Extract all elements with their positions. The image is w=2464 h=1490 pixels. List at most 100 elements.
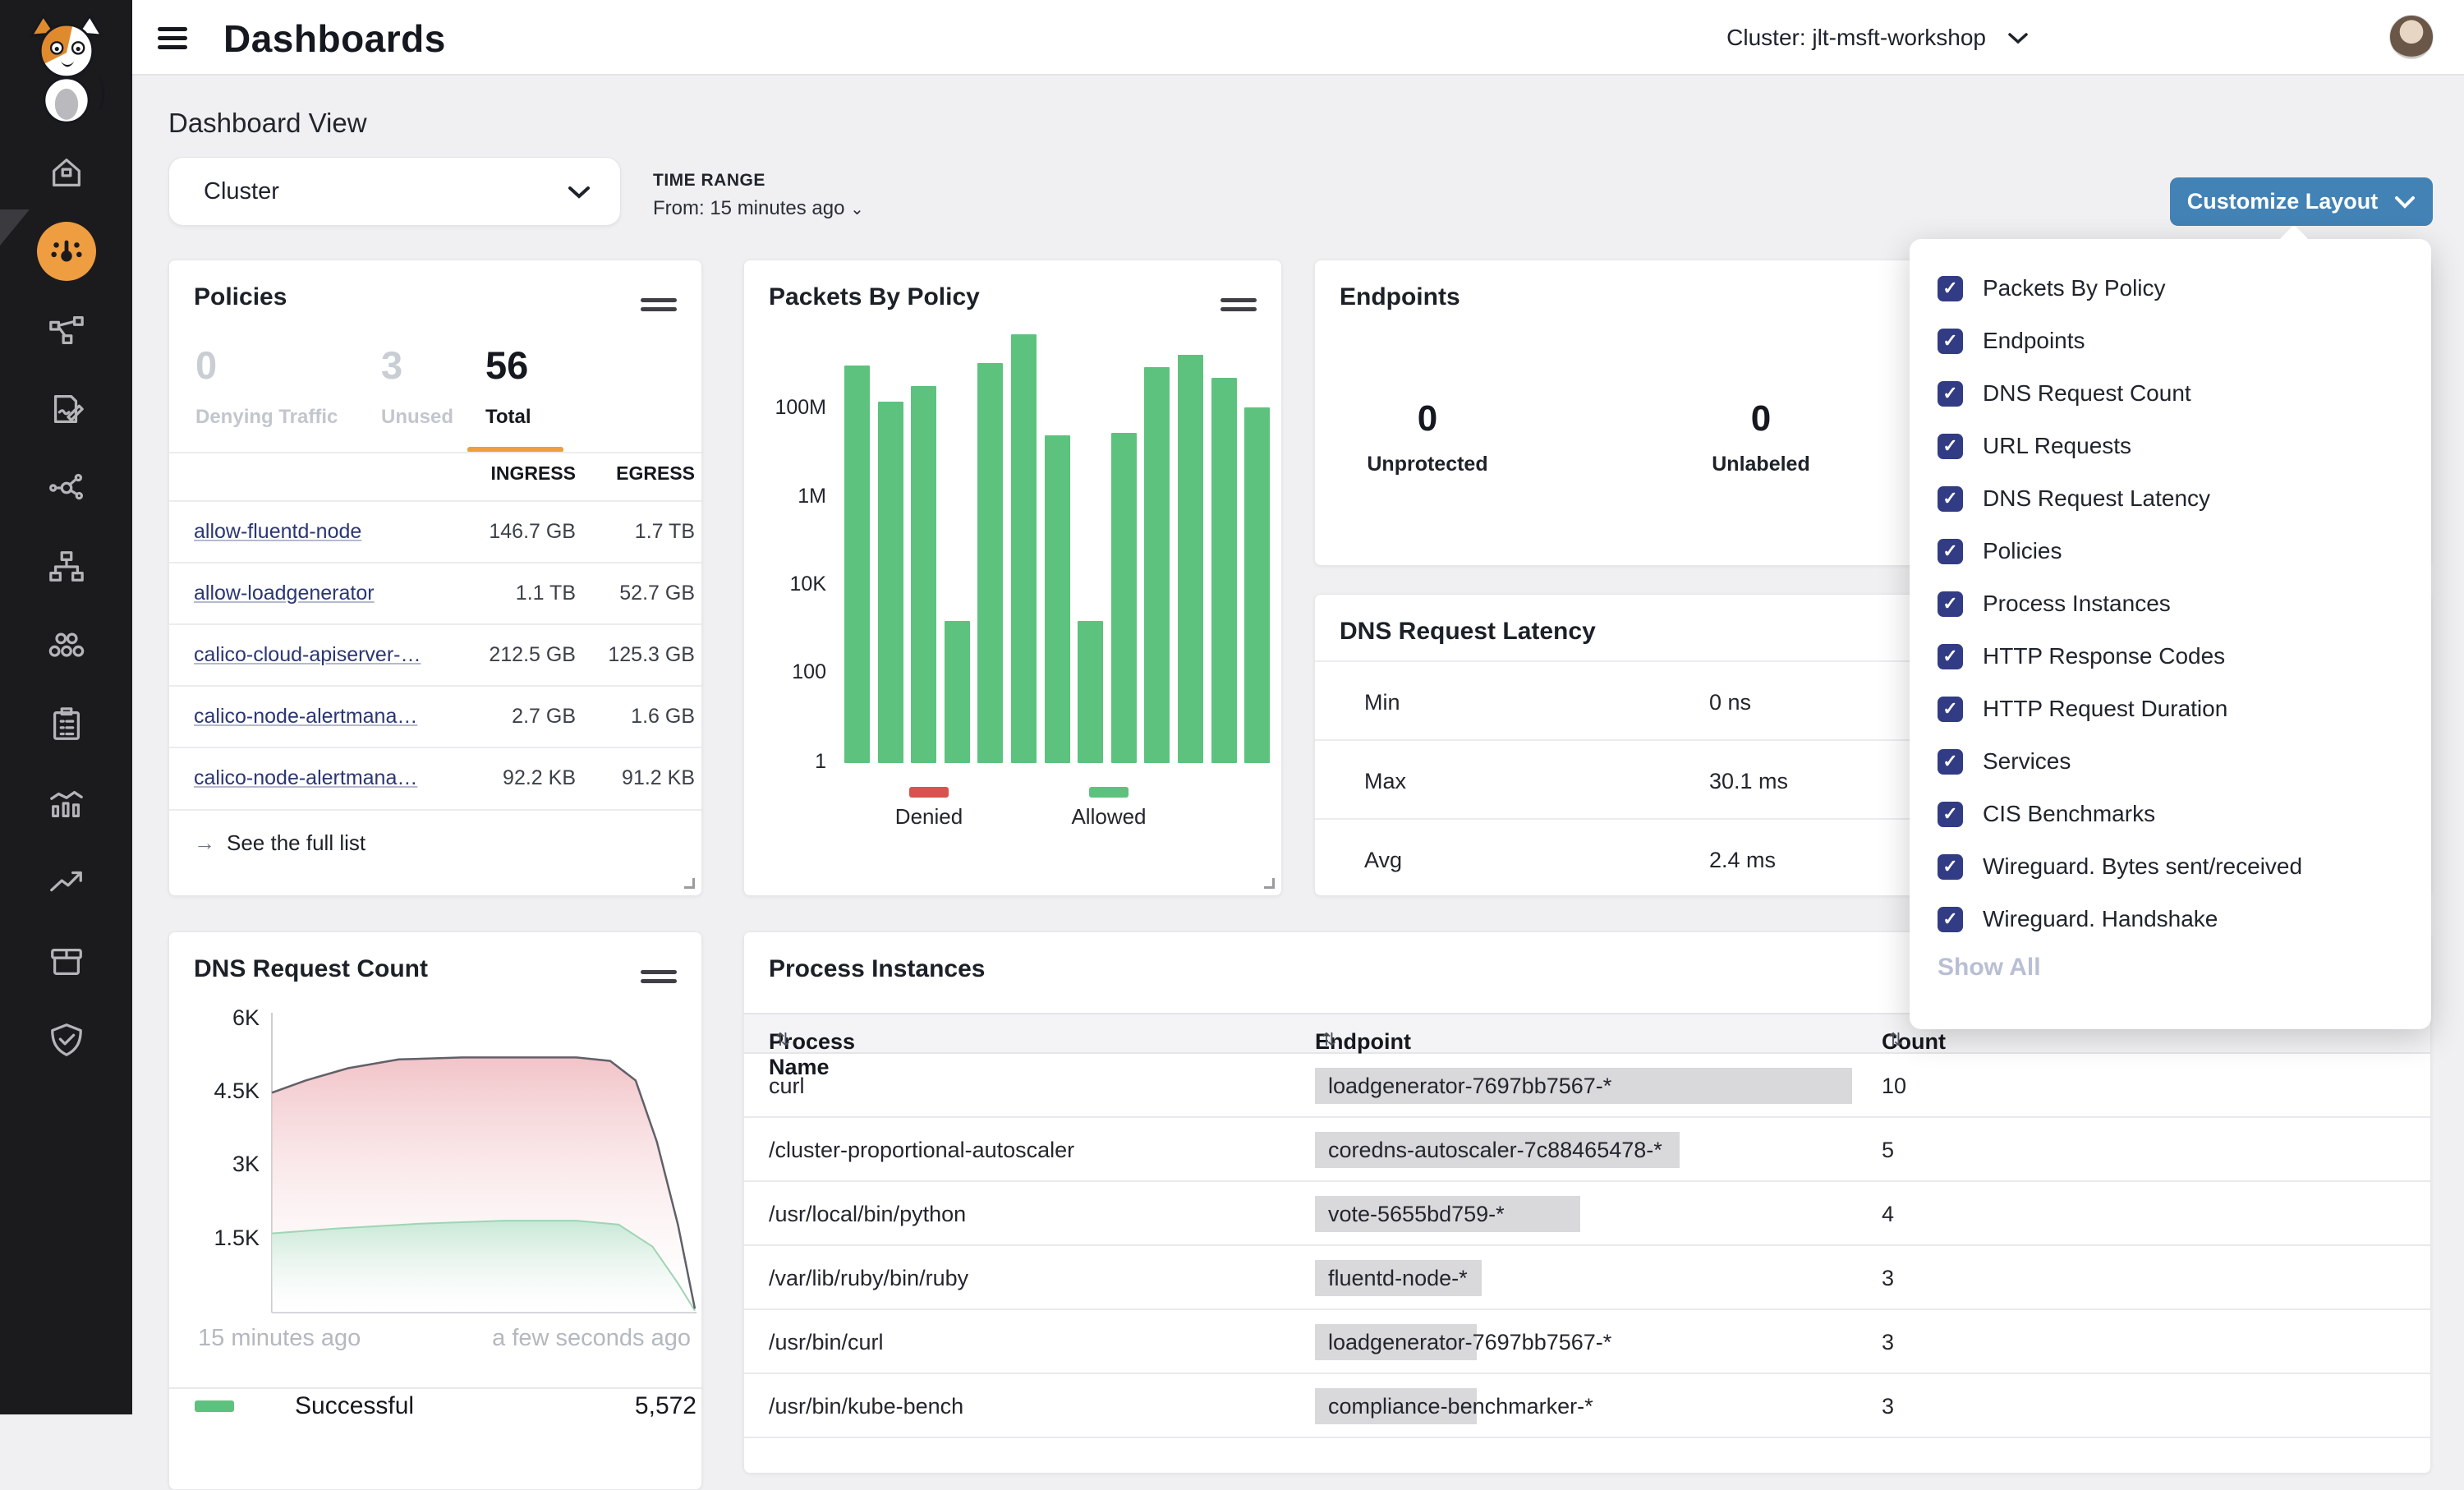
checkbox-checked-icon[interactable]: ✓ <box>1938 697 1963 722</box>
ingress-value: 92.2 KB <box>453 766 576 790</box>
sidebar-item-clusters[interactable] <box>0 606 132 685</box>
drag-handle-icon[interactable] <box>1221 293 1257 316</box>
process-row: /usr/local/bin/pythonvote-5655bd759-*4 <box>744 1182 2430 1246</box>
process-row: /var/lib/ruby/bin/rubyfluentd-node-*3 <box>744 1246 2430 1310</box>
stat-denying-traffic[interactable]: 0 Denying Traffic <box>195 343 338 429</box>
menu-item[interactable]: ✓ URL Requests <box>1910 420 2431 472</box>
policy-row: allow-fluentd-node146.7 GB1.7 TB <box>169 500 701 562</box>
sidebar-item-home[interactable] <box>0 133 132 212</box>
menu-toggle-button[interactable] <box>158 21 191 54</box>
policy-link[interactable]: allow-fluentd-node <box>194 520 361 544</box>
card-title: Policies <box>194 283 287 311</box>
sidebar-item-network-sets[interactable] <box>0 527 132 606</box>
menu-item[interactable]: ✓ DNS Request Count <box>1910 367 2431 420</box>
menu-item[interactable]: ✓ DNS Request Latency <box>1910 472 2431 525</box>
customize-layout-menu: ✓Packets By Policy✓Endpoints✓DNS Request… <box>1910 239 2431 1029</box>
sort-icon[interactable]: ⇅ <box>1322 1029 1336 1051</box>
endpoint-chip: coredns-autoscaler-7c88465478-* <box>1315 1132 1680 1168</box>
sort-icon[interactable]: ⇅ <box>775 1029 790 1051</box>
egress-value: 1.6 GB <box>572 705 695 729</box>
sidebar-item-activity[interactable] <box>0 843 132 922</box>
column-header-egress: EGRESS <box>572 462 695 485</box>
cluster-selector[interactable]: Cluster: jlt-msft-workshop <box>1726 21 2029 54</box>
y-tick-label: 100 <box>752 660 826 684</box>
policy-link[interactable]: calico-node-alertmana… <box>194 766 417 790</box>
sidebar-item-metrics[interactable] <box>0 764 132 843</box>
sidebar-item-compliance[interactable] <box>0 685 132 764</box>
checkbox-checked-icon[interactable]: ✓ <box>1938 802 1963 827</box>
stat-unused[interactable]: 3 Unused <box>381 343 453 429</box>
menu-item[interactable]: ✓Process Instances <box>1910 577 2431 630</box>
legend-label: Successful <box>295 1392 414 1420</box>
checkbox-checked-icon[interactable]: ✓ <box>1938 854 1963 880</box>
menu-item[interactable]: ✓Endpoints <box>1910 315 2431 367</box>
policy-row: calico-cloud-apiserver-…212.5 GB125.3 GB <box>169 623 701 685</box>
process-name: /cluster-proportional-autoscaler <box>769 1138 1074 1163</box>
checkbox-checked-icon[interactable]: ✓ <box>1938 749 1963 775</box>
ingress-value: 2.7 GB <box>453 705 576 729</box>
bar <box>1178 355 1203 763</box>
resize-handle[interactable] <box>684 878 695 889</box>
menu-item-label: URL Requests <box>1983 433 2131 459</box>
bar <box>1011 334 1037 763</box>
page-title: Dashboards <box>223 16 446 61</box>
checkbox-checked-icon[interactable]: ✓ <box>1938 907 1963 932</box>
sidebar-item-inventory[interactable] <box>0 922 132 1000</box>
menu-item[interactable]: ✓Wireguard. Bytes sent/received <box>1910 840 2431 893</box>
sidebar-item-policies[interactable] <box>0 370 132 448</box>
menu-item[interactable]: ✓ HTTP Response Codes <box>1910 630 2431 683</box>
drag-handle-icon[interactable] <box>641 293 677 316</box>
checkbox-checked-icon[interactable]: ✓ <box>1938 644 1963 669</box>
resize-handle[interactable] <box>1264 878 1275 889</box>
show-all-link[interactable]: Show All <box>1938 954 2041 982</box>
menu-item[interactable]: ✓Wireguard. Handshake <box>1910 893 2431 945</box>
customize-layout-button[interactable]: Customize Layout <box>2170 177 2433 226</box>
menu-item[interactable]: ✓Packets By Policy <box>1910 262 2431 315</box>
menu-item-label: HTTP Request Duration <box>1983 696 2227 722</box>
sort-icon[interactable]: ⇅ <box>1888 1029 1903 1051</box>
menu-item-label: Policies <box>1983 538 2062 564</box>
sidebar-item-threat-defense[interactable] <box>0 1000 132 1079</box>
checkbox-checked-icon[interactable]: ✓ <box>1938 381 1963 407</box>
policy-link[interactable]: allow-loadgenerator <box>194 582 375 605</box>
checkbox-checked-icon[interactable]: ✓ <box>1938 486 1963 512</box>
drag-handle-icon[interactable] <box>641 965 677 988</box>
menu-item-label: HTTP Response Codes <box>1983 643 2225 669</box>
menu-item[interactable]: ✓ HTTP Request Duration <box>1910 683 2431 735</box>
sidebar-item-connections[interactable] <box>0 448 132 527</box>
checkbox-checked-icon[interactable]: ✓ <box>1938 434 1963 459</box>
card-title: DNS Request Count <box>194 955 428 983</box>
policy-link[interactable]: calico-node-alertmana… <box>194 705 417 729</box>
process-name: /var/lib/ruby/bin/ruby <box>769 1266 968 1291</box>
policy-link[interactable]: calico-cloud-apiserver-… <box>194 643 421 667</box>
menu-item[interactable]: ✓Services <box>1910 735 2431 788</box>
packets-bars <box>844 334 1271 763</box>
menu-item-label: DNS Request Count <box>1983 380 2191 407</box>
stat-total[interactable]: 56 Total <box>485 343 531 429</box>
time-range-dropdown[interactable]: From: 15 minutes ago ⌄ <box>653 197 864 220</box>
see-full-list-link[interactable]: →See the full list <box>194 830 365 856</box>
checkbox-checked-icon[interactable]: ✓ <box>1938 329 1963 354</box>
checkbox-checked-icon[interactable]: ✓ <box>1938 591 1963 617</box>
menu-item[interactable]: ✓CIS Benchmarks <box>1910 788 2431 840</box>
bar <box>1211 378 1237 763</box>
checkbox-checked-icon[interactable]: ✓ <box>1938 276 1963 301</box>
bar <box>1244 407 1270 763</box>
count-value: 10 <box>1882 1074 1906 1099</box>
calico-cat-logo[interactable] <box>18 8 115 123</box>
policies-card: Policies 0 Denying Traffic 3 Unused 56 T… <box>168 260 702 896</box>
menu-item[interactable]: ✓ Policies <box>1910 525 2431 577</box>
ingress-value: 212.5 GB <box>453 643 576 667</box>
sidebar-item-service-graph[interactable] <box>0 291 132 370</box>
menu-item-label: DNS Request Latency <box>1983 485 2210 512</box>
endpoint-chip: fluentd-node-* <box>1315 1260 1482 1296</box>
checkbox-checked-icon[interactable]: ✓ <box>1938 539 1963 564</box>
latency-value: 30.1 ms <box>1709 769 1788 794</box>
sidebar-item-dashboards[interactable] <box>0 212 132 291</box>
card-title: Process Instances <box>769 955 985 983</box>
egress-value: 52.7 GB <box>572 582 695 605</box>
y-tick-label: 6K <box>186 1005 260 1031</box>
avatar[interactable] <box>2389 15 2434 59</box>
dashboard-gauge-icon <box>37 222 96 281</box>
dashboard-view-select[interactable]: Cluster <box>168 157 621 226</box>
